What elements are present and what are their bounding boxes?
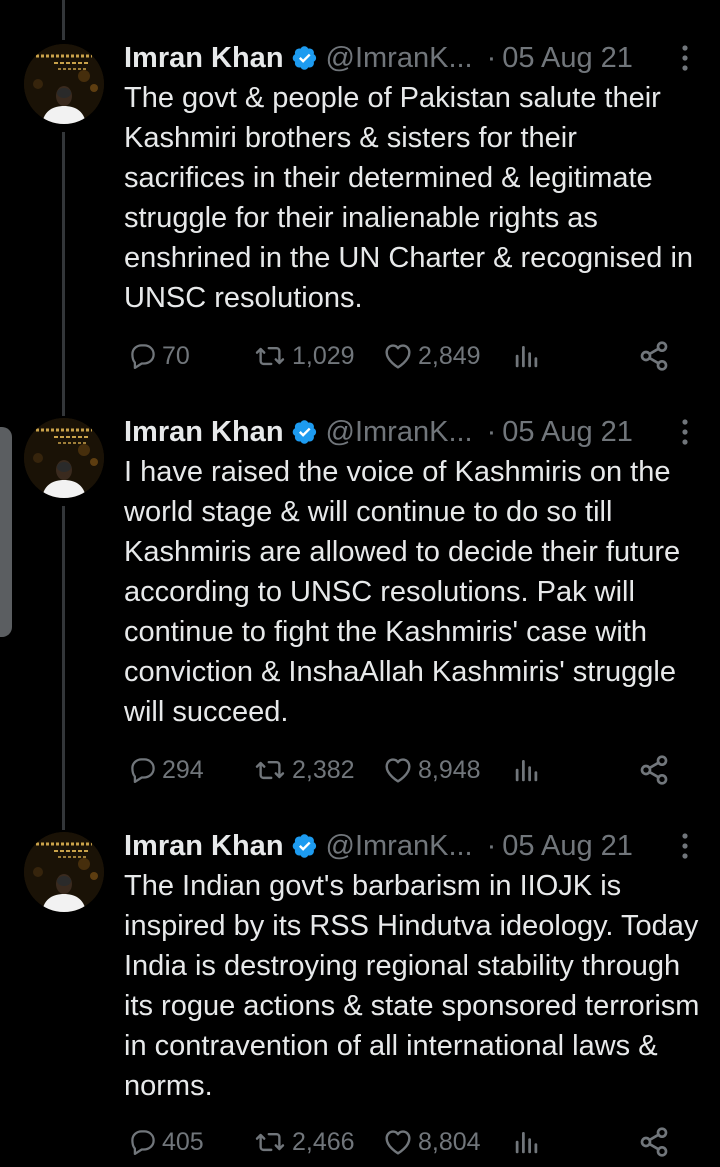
avatar[interactable] xyxy=(24,44,104,124)
share-button[interactable] xyxy=(638,750,670,790)
retweet-icon xyxy=(252,341,288,371)
author-name[interactable]: Imran Khan xyxy=(124,42,284,75)
reply-count: 70 xyxy=(162,341,190,370)
reply-count: 405 xyxy=(162,1127,204,1156)
views-button[interactable] xyxy=(512,750,542,790)
tweet-header: Imran Khan @ImranK... · 05 Aug 21 xyxy=(124,826,700,866)
views-icon xyxy=(512,755,542,785)
reply-button[interactable]: 405 xyxy=(128,1122,204,1162)
views-button[interactable] xyxy=(512,336,542,376)
share-icon xyxy=(638,754,670,786)
reply-count: 294 xyxy=(162,755,204,784)
thread-line xyxy=(62,506,65,830)
reply-icon xyxy=(128,1127,158,1157)
views-icon xyxy=(512,341,542,371)
reply-icon xyxy=(128,341,158,371)
more-options-icon[interactable] xyxy=(670,414,700,450)
views-icon xyxy=(512,1127,542,1157)
reply-button[interactable]: 294 xyxy=(128,750,204,790)
tweet-header: Imran Khan @ImranK... · 05 Aug 21 xyxy=(124,412,700,452)
like-icon xyxy=(382,754,414,786)
author-handle[interactable]: @ImranK... xyxy=(326,830,473,863)
views-button[interactable] xyxy=(512,1122,542,1162)
like-button[interactable]: 2,849 xyxy=(382,336,481,376)
tweet-actions: 70 1,029 2,849 xyxy=(124,336,684,376)
like-count: 8,948 xyxy=(418,755,481,784)
retweet-button[interactable]: 2,382 xyxy=(252,750,355,790)
like-count: 2,849 xyxy=(418,341,481,370)
separator: · xyxy=(486,41,497,74)
scroll-handle[interactable] xyxy=(0,427,12,637)
retweet-count: 2,382 xyxy=(292,755,355,784)
thread-line-top xyxy=(62,0,65,40)
verified-badge-icon xyxy=(292,833,318,859)
like-icon xyxy=(382,1126,414,1158)
timeline: Imran Khan @ImranK... · 05 Aug 21 The go… xyxy=(0,0,720,1167)
share-icon xyxy=(638,340,670,372)
author-name[interactable]: Imran Khan xyxy=(124,830,284,863)
tweet-header: Imran Khan @ImranK... · 05 Aug 21 xyxy=(124,38,700,78)
avatar[interactable] xyxy=(24,832,104,912)
thread-line xyxy=(62,132,65,416)
reply-button[interactable]: 70 xyxy=(128,336,190,376)
like-button[interactable]: 8,804 xyxy=(382,1122,481,1162)
more-options-icon[interactable] xyxy=(670,828,700,864)
retweet-icon xyxy=(252,1127,288,1157)
reply-icon xyxy=(128,755,158,785)
retweet-button[interactable]: 1,029 xyxy=(252,336,355,376)
retweet-count: 2,466 xyxy=(292,1127,355,1156)
tweet-actions: 294 2,382 8,948 xyxy=(124,750,684,790)
author-handle[interactable]: @ImranK... xyxy=(326,42,473,75)
more-options-icon[interactable] xyxy=(670,40,700,76)
verified-badge-icon xyxy=(292,419,318,445)
retweet-icon xyxy=(252,755,288,785)
avatar[interactable] xyxy=(24,418,104,498)
like-count: 8,804 xyxy=(418,1127,481,1156)
share-button[interactable] xyxy=(638,1122,670,1162)
tweet-date[interactable]: 05 Aug 21 xyxy=(502,416,633,449)
tweet-text: I have raised the voice of Kashmiris on … xyxy=(124,456,681,728)
retweet-count: 1,029 xyxy=(292,341,355,370)
share-button[interactable] xyxy=(638,336,670,376)
separator: · xyxy=(486,829,497,862)
author-name[interactable]: Imran Khan xyxy=(124,416,284,449)
author-handle[interactable]: @ImranK... xyxy=(326,416,473,449)
verified-badge-icon xyxy=(292,45,318,71)
tweet-date[interactable]: 05 Aug 21 xyxy=(502,830,633,863)
like-button[interactable]: 8,948 xyxy=(382,750,481,790)
like-icon xyxy=(382,340,414,372)
tweet-date[interactable]: 05 Aug 21 xyxy=(502,42,633,75)
retweet-button[interactable]: 2,466 xyxy=(252,1122,355,1162)
tweet-text: The Indian govt's barbarism in IIOJK is … xyxy=(124,870,700,1102)
tweet-actions: 405 2,466 8,804 xyxy=(124,1122,684,1162)
share-icon xyxy=(638,1126,670,1158)
separator: · xyxy=(486,415,497,448)
tweet-text: The govt & people of Pakistan salute the… xyxy=(124,82,694,314)
